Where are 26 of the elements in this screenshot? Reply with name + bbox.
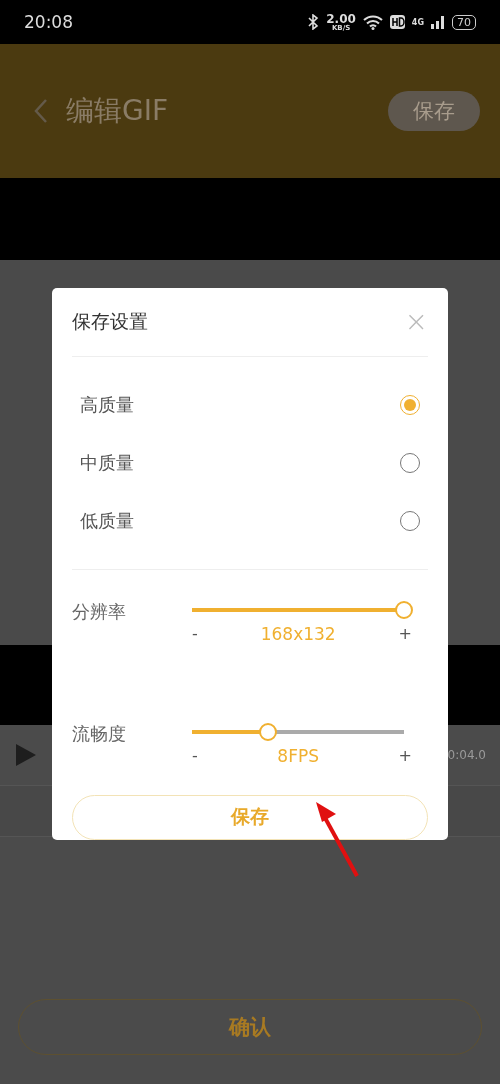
slider-value: 168x132 xyxy=(260,623,336,644)
quality-option[interactable]: 低质量 xyxy=(80,508,134,533)
slider-label: 流畅度 xyxy=(72,722,127,747)
decrease-button[interactable]: - xyxy=(192,623,198,644)
increase-button[interactable]: + xyxy=(398,746,412,767)
increase-button[interactable]: + xyxy=(398,623,412,644)
bluetooth-icon xyxy=(307,14,320,30)
wifi-icon xyxy=(362,14,383,30)
network-speed: 2.00 xyxy=(326,12,356,25)
page-title: 编辑GIF xyxy=(66,93,170,129)
slider-label: 分辨率 xyxy=(72,599,127,624)
duration-label: 0:04.0 xyxy=(447,748,486,762)
dialog-title: 保存设置 xyxy=(72,308,148,334)
slider-thumb[interactable] xyxy=(395,600,413,619)
hd-icon xyxy=(389,15,405,29)
slider-thumb[interactable] xyxy=(259,723,278,742)
network-type: 4G xyxy=(411,17,424,27)
status-time: 20:08 xyxy=(24,12,73,32)
slider-value: 8FPS xyxy=(277,746,319,767)
back-icon[interactable] xyxy=(34,98,48,124)
quality-option[interactable]: 高质量 xyxy=(80,392,134,417)
battery-level: 70 xyxy=(452,14,476,30)
quality-option[interactable]: 中质量 xyxy=(80,450,134,475)
decrease-button[interactable]: - xyxy=(192,746,198,767)
signal-icon xyxy=(431,15,445,29)
play-icon[interactable] xyxy=(16,744,36,766)
